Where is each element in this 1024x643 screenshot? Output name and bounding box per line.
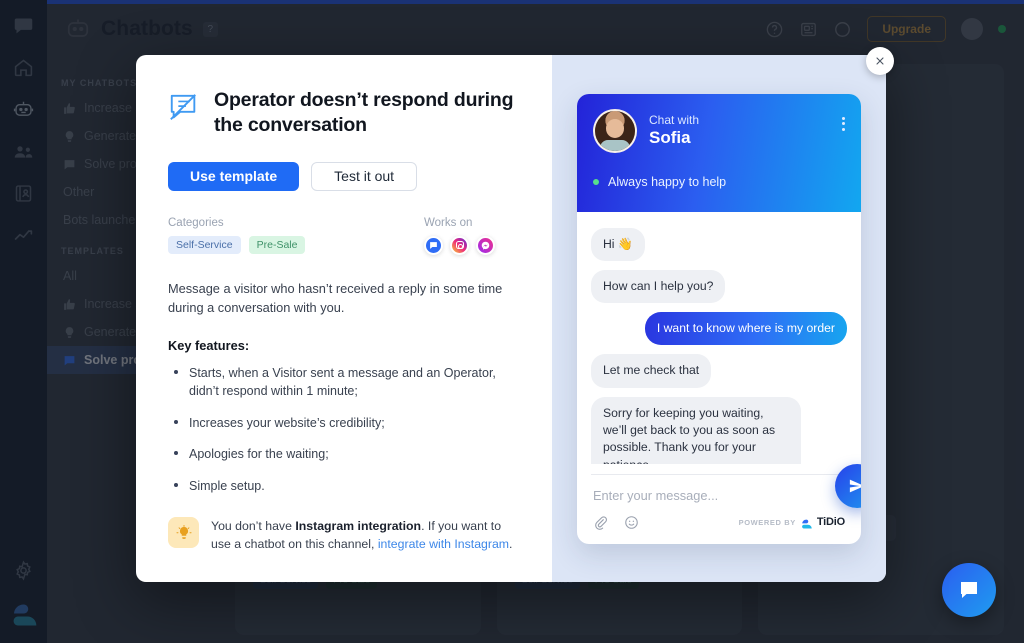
list-item: Increases your website’s credibility; bbox=[168, 414, 520, 433]
list-item: Simple setup. bbox=[168, 477, 520, 496]
message-bubble-outgoing: I want to know where is my order bbox=[644, 312, 847, 346]
chat-widget-header: Chat with Sofia Always happy to help bbox=[577, 93, 861, 212]
works-on-group: Works on bbox=[424, 217, 520, 255]
categories-label: Categories bbox=[168, 216, 224, 229]
online-dot-icon bbox=[593, 178, 599, 185]
lightbulb-icon bbox=[168, 517, 199, 549]
message-bubble-incoming: How can I help you? bbox=[591, 269, 726, 304]
list-item: Apologies for the waiting; bbox=[168, 445, 520, 464]
chat-bubble-icon bbox=[961, 582, 977, 598]
close-icon bbox=[876, 57, 884, 65]
message-input[interactable]: Enter your message... bbox=[577, 475, 861, 503]
key-features-list: Starts, when a Visitor sent a message an… bbox=[168, 364, 520, 496]
powered-by-tidio: POWERED BY TiDiO bbox=[738, 516, 845, 529]
message-bubble-incoming: Let me check that bbox=[591, 354, 712, 388]
modal-title: Operator doesn’t respond during the conv… bbox=[214, 89, 514, 136]
tidio-chat-icon bbox=[424, 235, 443, 255]
instagram-icon bbox=[450, 235, 469, 255]
integration-notice-text: You don’t have Instagram integration. If… bbox=[211, 517, 520, 554]
list-item: Starts, when a Visitor sent a message an… bbox=[168, 364, 520, 401]
powered-by-label: POWERED BY bbox=[738, 517, 796, 527]
close-button[interactable] bbox=[866, 47, 894, 75]
chat-messages: Hi 👋 How can I help you? I want to know … bbox=[577, 212, 861, 464]
more-vertical-icon[interactable] bbox=[842, 116, 845, 131]
modal-actions: Use template Test it out bbox=[168, 161, 520, 191]
categories-group: Categories Self-Service Pre-Sale bbox=[168, 217, 424, 255]
app-root: Chatbots ? Upgrade MY CHATBOTS bbox=[0, 0, 1024, 643]
chat-with-label: Chat with bbox=[649, 112, 700, 127]
message-bubble-incoming: Sorry for keeping you waiting, we’ll get… bbox=[591, 396, 801, 464]
notice-text-before: You don’t have bbox=[211, 519, 296, 534]
tidio-logo-icon bbox=[801, 517, 812, 529]
modal-preview-panel: Chat with Sofia Always happy to help Hi … bbox=[552, 55, 886, 582]
composer-toolbar: POWERED BY TiDiO bbox=[577, 503, 861, 544]
paperclip-icon[interactable] bbox=[593, 515, 608, 530]
smiley-icon[interactable] bbox=[624, 515, 639, 530]
modal-left-column: Operator doesn’t respond during the conv… bbox=[136, 55, 552, 582]
modal-description: Message a visitor who hasn’t received a … bbox=[168, 280, 503, 316]
no-reply-speech-icon bbox=[168, 92, 200, 122]
use-template-button[interactable]: Use template bbox=[168, 161, 300, 191]
template-detail-modal: Operator doesn’t respond during the conv… bbox=[136, 55, 886, 582]
integrate-with-instagram-link[interactable]: integrate with Instagram bbox=[378, 537, 509, 551]
agent-name: Sofia bbox=[649, 127, 691, 147]
notice-text-bold: Instagram integration bbox=[295, 519, 422, 534]
agent-status-text: Always happy to help bbox=[608, 174, 727, 189]
send-icon bbox=[849, 479, 861, 492]
tidio-brand-name: TiDiO bbox=[816, 516, 845, 528]
integration-notice: You don’t have Instagram integration. If… bbox=[168, 517, 520, 554]
agent-avatar bbox=[593, 108, 637, 153]
messenger-icon bbox=[476, 235, 495, 255]
chat-launcher-button[interactable] bbox=[942, 563, 996, 617]
works-on-label: Works on bbox=[424, 216, 473, 229]
category-tag-pre-sale: Pre-Sale bbox=[248, 235, 306, 254]
agent-status: Always happy to help bbox=[593, 175, 845, 189]
chat-widget-preview: Chat with Sofia Always happy to help Hi … bbox=[577, 93, 861, 544]
category-tag-self-service: Self-Service bbox=[168, 235, 241, 254]
notice-text-after: . bbox=[509, 537, 513, 552]
key-features-label: Key features: bbox=[168, 337, 250, 353]
message-bubble-incoming: Hi 👋 bbox=[591, 227, 646, 261]
test-it-out-button[interactable]: Test it out bbox=[311, 161, 418, 191]
